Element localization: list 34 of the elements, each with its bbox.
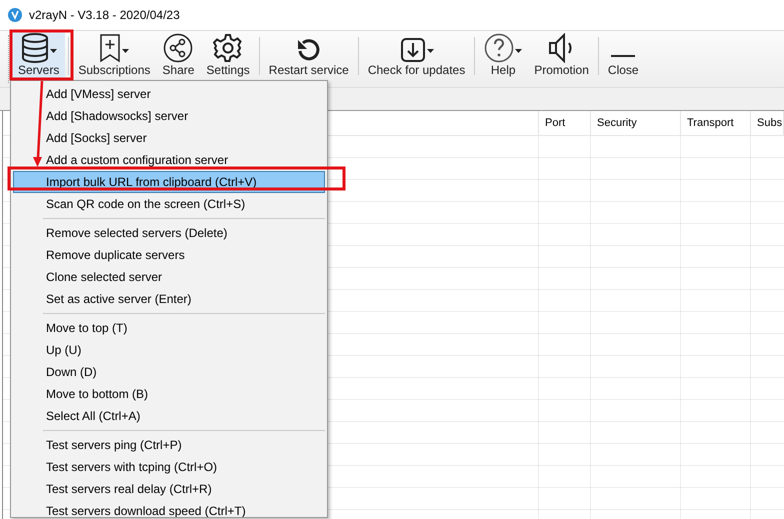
menu-item[interactable]: Remove duplicate servers	[13, 244, 325, 266]
column-header: Transport	[687, 117, 734, 129]
database-icon	[20, 33, 49, 63]
menu-item[interactable]: Add [Socks] server	[13, 127, 325, 149]
toolbar-button[interactable]: Promotion	[528, 31, 595, 87]
settings-icon	[213, 33, 244, 63]
share-icon	[163, 33, 194, 63]
menu-item[interactable]: Test servers real delay (Ctrl+R)	[13, 478, 325, 500]
highlight-frame	[10, 30, 74, 80]
menu-item[interactable]: Select All (Ctrl+A)	[13, 405, 325, 427]
menu-item[interactable]: Clone selected server	[13, 266, 325, 288]
bookmark-plus-icon	[99, 33, 122, 63]
toolbar-button[interactable]: Help	[478, 31, 528, 87]
download-icon	[400, 37, 426, 63]
menu-item[interactable]: Scan QR code on the screen (Ctrl+S)	[13, 193, 325, 215]
column-header: Security	[597, 117, 637, 129]
column-header: Subs	[757, 117, 782, 129]
toolbar-button[interactable]: Check for updates	[362, 31, 472, 87]
menu-item[interactable]: Set as active server (Enter)	[13, 288, 325, 310]
menu-item[interactable]: Move to bottom (B)	[13, 383, 325, 405]
help-icon	[484, 33, 514, 63]
menu-item[interactable]: Remove selected servers (Delete)	[13, 222, 325, 244]
menu-item[interactable]: Add [Shadowsocks] server	[13, 105, 325, 127]
menu-item[interactable]: Test servers ping (Ctrl+P)	[13, 434, 325, 456]
menu-item[interactable]: Down (D)	[13, 361, 325, 383]
restart-icon	[296, 37, 322, 63]
app-logo-icon	[8, 8, 22, 22]
menu-item[interactable]: Up (U)	[13, 339, 325, 361]
window-title: v2rayN - V3.18 - 2020/04/23	[29, 8, 180, 22]
menu-item[interactable]: Move to top (T)	[13, 317, 325, 339]
toolbar-button[interactable]: Close	[602, 31, 645, 87]
column-header: Port	[545, 117, 566, 129]
menu-item[interactable]: Add a custom configuration server	[13, 149, 325, 171]
menu-item[interactable]: Test servers with tcping (Ctrl+O)	[13, 456, 325, 478]
